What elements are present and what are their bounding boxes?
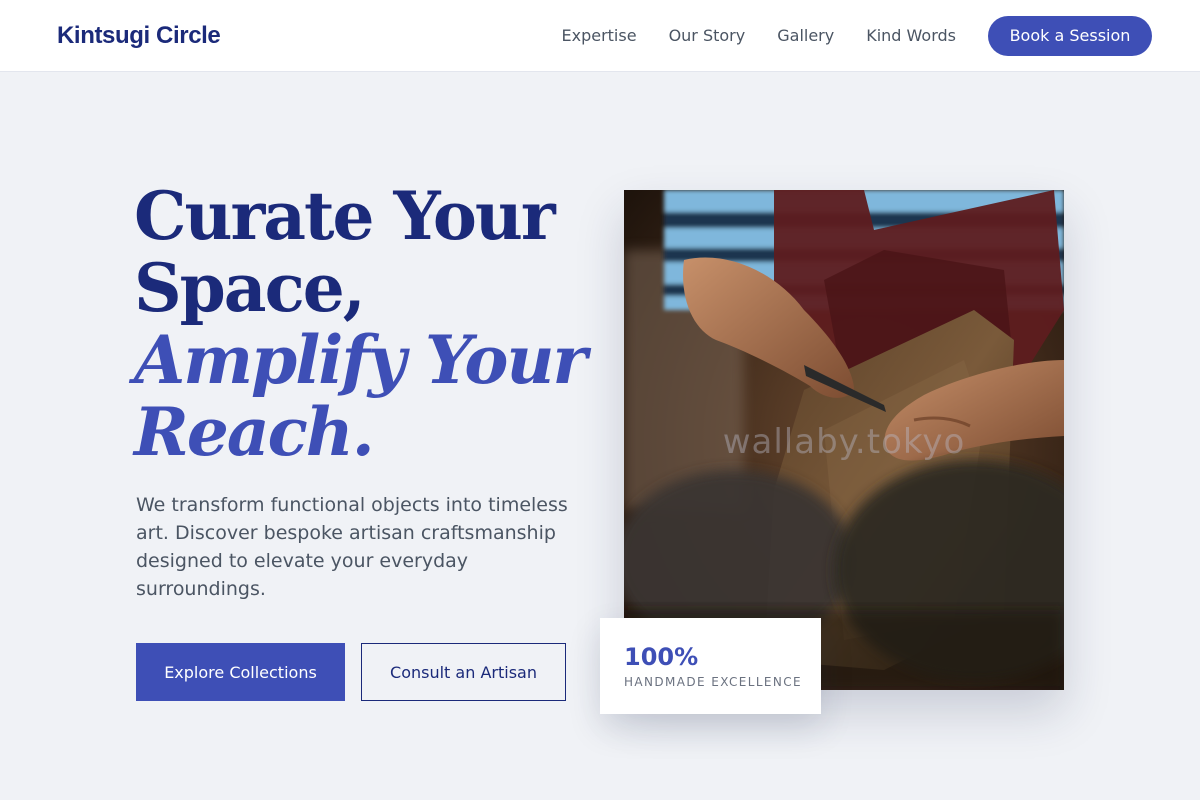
nav-expertise[interactable]: Expertise [562, 26, 637, 45]
site-header: Kintsugi Circle Expertise Our Story Gall… [0, 0, 1200, 72]
hero-artisan-photo: wallaby.tokyo [624, 190, 1064, 690]
main-nav: Expertise Our Story Gallery Kind Words B… [562, 15, 1152, 56]
nav-our-story[interactable]: Our Story [669, 26, 746, 45]
explore-collections-button[interactable]: Explore Collections [136, 643, 345, 701]
nav-kind-words[interactable]: Kind Words [866, 26, 956, 45]
brand-logo[interactable]: Kintsugi Circle [57, 22, 221, 50]
stat-label: HANDMADE EXCELLENCE [624, 675, 803, 689]
hero-title-accent-line: Reach. [134, 393, 375, 471]
hero-title-line: Space, [134, 249, 366, 327]
hero-title: Curate Your Space, Amplify Your Reach. [134, 180, 594, 468]
nav-gallery[interactable]: Gallery [777, 26, 834, 45]
hero-title-accent-line: Amplify Your [134, 321, 587, 399]
stat-value: 100% [624, 643, 699, 671]
book-session-button[interactable]: Book a Session [988, 15, 1152, 56]
consult-artisan-button[interactable]: Consult an Artisan [361, 643, 566, 701]
hero-title-line: Curate Your [134, 177, 556, 255]
hero-description: We transform functional objects into tim… [136, 494, 568, 600]
image-watermark: wallaby.tokyo [722, 422, 966, 462]
stat-card: 100% HANDMADE EXCELLENCE [600, 618, 821, 714]
